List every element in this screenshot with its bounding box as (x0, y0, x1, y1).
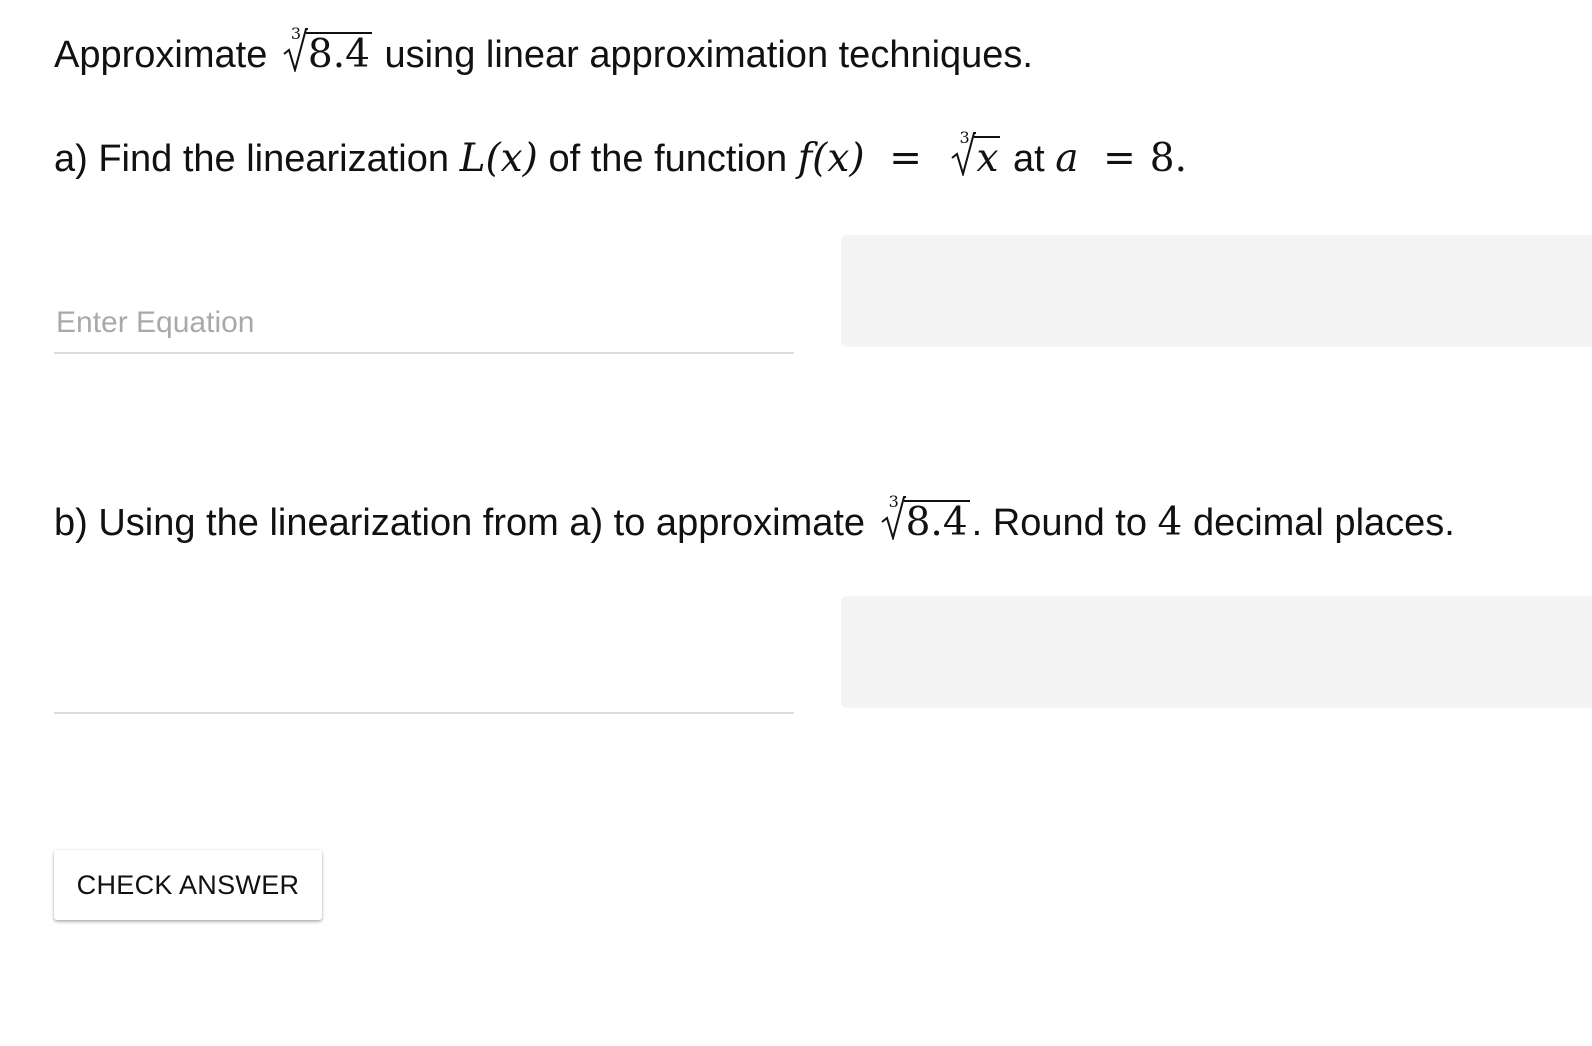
round-text: . Round to (971, 502, 1147, 544)
approximation-input[interactable] (56, 666, 786, 700)
answer-preview-b (841, 596, 1592, 708)
check-answer-button[interactable]: CHECK ANSWER (54, 850, 322, 920)
answer-field-b (54, 652, 794, 714)
radical-sign-icon (951, 132, 977, 176)
equals-sign: = (1103, 136, 1136, 181)
question-part-b: b) Using the linearization from a) to ap… (54, 494, 1455, 545)
part-b-suffix: decimal places. (1192, 502, 1455, 544)
radicand: 8.4 (903, 500, 970, 545)
cube-root-8-4: 3 8.4 (880, 494, 970, 545)
intro-suffix: using linear approximation techniques. (384, 34, 1033, 76)
part-b-prefix: b) Using the linearization from a) to ap… (54, 502, 866, 544)
function-symbol: f(x) (797, 136, 865, 181)
question-intro: Approximate 3 8.4 using linear approxima… (54, 26, 1033, 77)
a-variable: a (1055, 136, 1079, 181)
intro-prefix: Approximate (54, 34, 268, 76)
part-a-middle: of the function (548, 138, 788, 180)
cube-root-8-4: 3 8.4 (282, 26, 372, 77)
answer-field-a (54, 292, 794, 354)
radicand: 8.4 (305, 32, 372, 77)
equals-sign: = (889, 136, 922, 181)
part-a-prefix: a) Find the linearization (54, 138, 449, 180)
linearization-symbol: L(x) (459, 136, 538, 181)
a-value: 8. (1149, 136, 1187, 181)
question-part-a: a) Find the linearization L(x) of the fu… (54, 130, 1187, 181)
equation-input[interactable] (56, 306, 786, 340)
at-text: at (1013, 138, 1045, 180)
decimal-digits: 4 (1157, 500, 1183, 545)
radical-sign-icon (283, 28, 308, 72)
radical-sign-icon (880, 496, 906, 540)
radicand: x (974, 136, 1001, 181)
answer-preview-a (841, 235, 1592, 347)
cube-root-x: 3 x (950, 130, 1001, 181)
